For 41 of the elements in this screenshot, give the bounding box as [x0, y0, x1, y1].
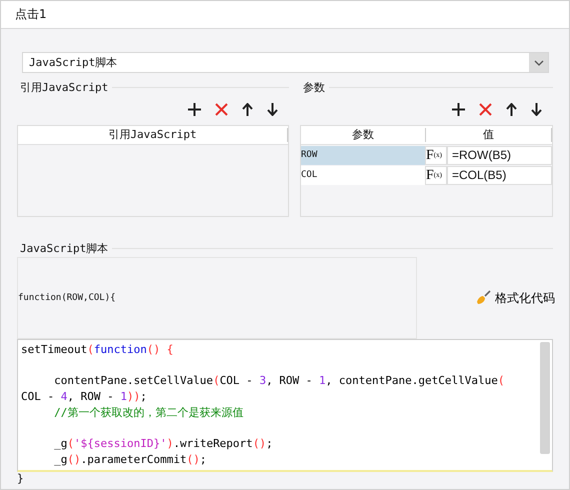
arrow-up-icon [506, 103, 517, 116]
arrow-up-button[interactable] [504, 101, 519, 118]
parameter-name-cell[interactable]: COL [301, 166, 425, 185]
code-line: _g().parameterCommit(); [53, 452, 206, 468]
add-icon [188, 103, 201, 116]
parameter-name-cell[interactable]: ROW [301, 146, 425, 165]
arrow-up-button[interactable] [240, 101, 255, 118]
arrow-down-button[interactable] [265, 101, 280, 118]
add-button[interactable] [450, 101, 467, 118]
parameter-value-field[interactable]: =ROW(B5) [447, 146, 552, 165]
add-icon [452, 103, 465, 116]
arrow-down-button[interactable] [529, 101, 544, 118]
section-legend: JavaScript脚本 [20, 240, 108, 256]
section-legend: 引用JavaScript [20, 80, 108, 94]
chevron-down-icon [534, 60, 544, 66]
column-header: 参数 [301, 128, 426, 142]
arrow-down-icon [531, 103, 542, 116]
code-line: contentPane.setCellValue(COL - 3, ROW - 1, contentPane.getCellValue( [53, 373, 504, 390]
code-line: setTimeout(function() { [21, 342, 174, 358]
code-line: //第一个获取改的，第二个是获来源值 [53, 404, 244, 420]
arrow-up-icon [242, 103, 253, 116]
window-title: 点击1 [15, 6, 47, 23]
delete-button[interactable] [213, 101, 230, 118]
section-legend: 参数 [303, 80, 325, 94]
scrollbar-thumb[interactable] [540, 342, 550, 454]
code-editor[interactable]: setTimeout(function() { contentPane.setCellValue(COL - 3, ROW - 1, contentPane.getCellValue( COL - 4, ROW - 1)); //第一个获取改的，第二个是获来源值 _g('${sessionID}').writeReport(); _g().parameterCommit(); [17, 339, 553, 472]
function-closing-brace: } [17, 472, 24, 485]
script-type-dropdown[interactable]: JavaScript脚本 [22, 52, 549, 73]
code-line: _g('${sessionID}').writeReport(); [53, 436, 273, 452]
column-header: 引用JavaScript [18, 128, 288, 142]
code-line: COL - 4, ROW - 1)); [21, 389, 147, 405]
broom-icon [475, 290, 491, 306]
parameter-value-field[interactable]: =COL(B5) [447, 166, 552, 185]
delete-icon [215, 103, 228, 116]
format-code-button[interactable]: 格式化代码 [475, 290, 555, 306]
function-signature: function(ROW,COL){ [18, 293, 116, 303]
add-button[interactable] [186, 101, 203, 118]
column-header: 值 [426, 128, 552, 142]
delete-button[interactable] [477, 101, 494, 118]
arrow-down-icon [267, 103, 278, 116]
delete-icon [479, 103, 492, 116]
